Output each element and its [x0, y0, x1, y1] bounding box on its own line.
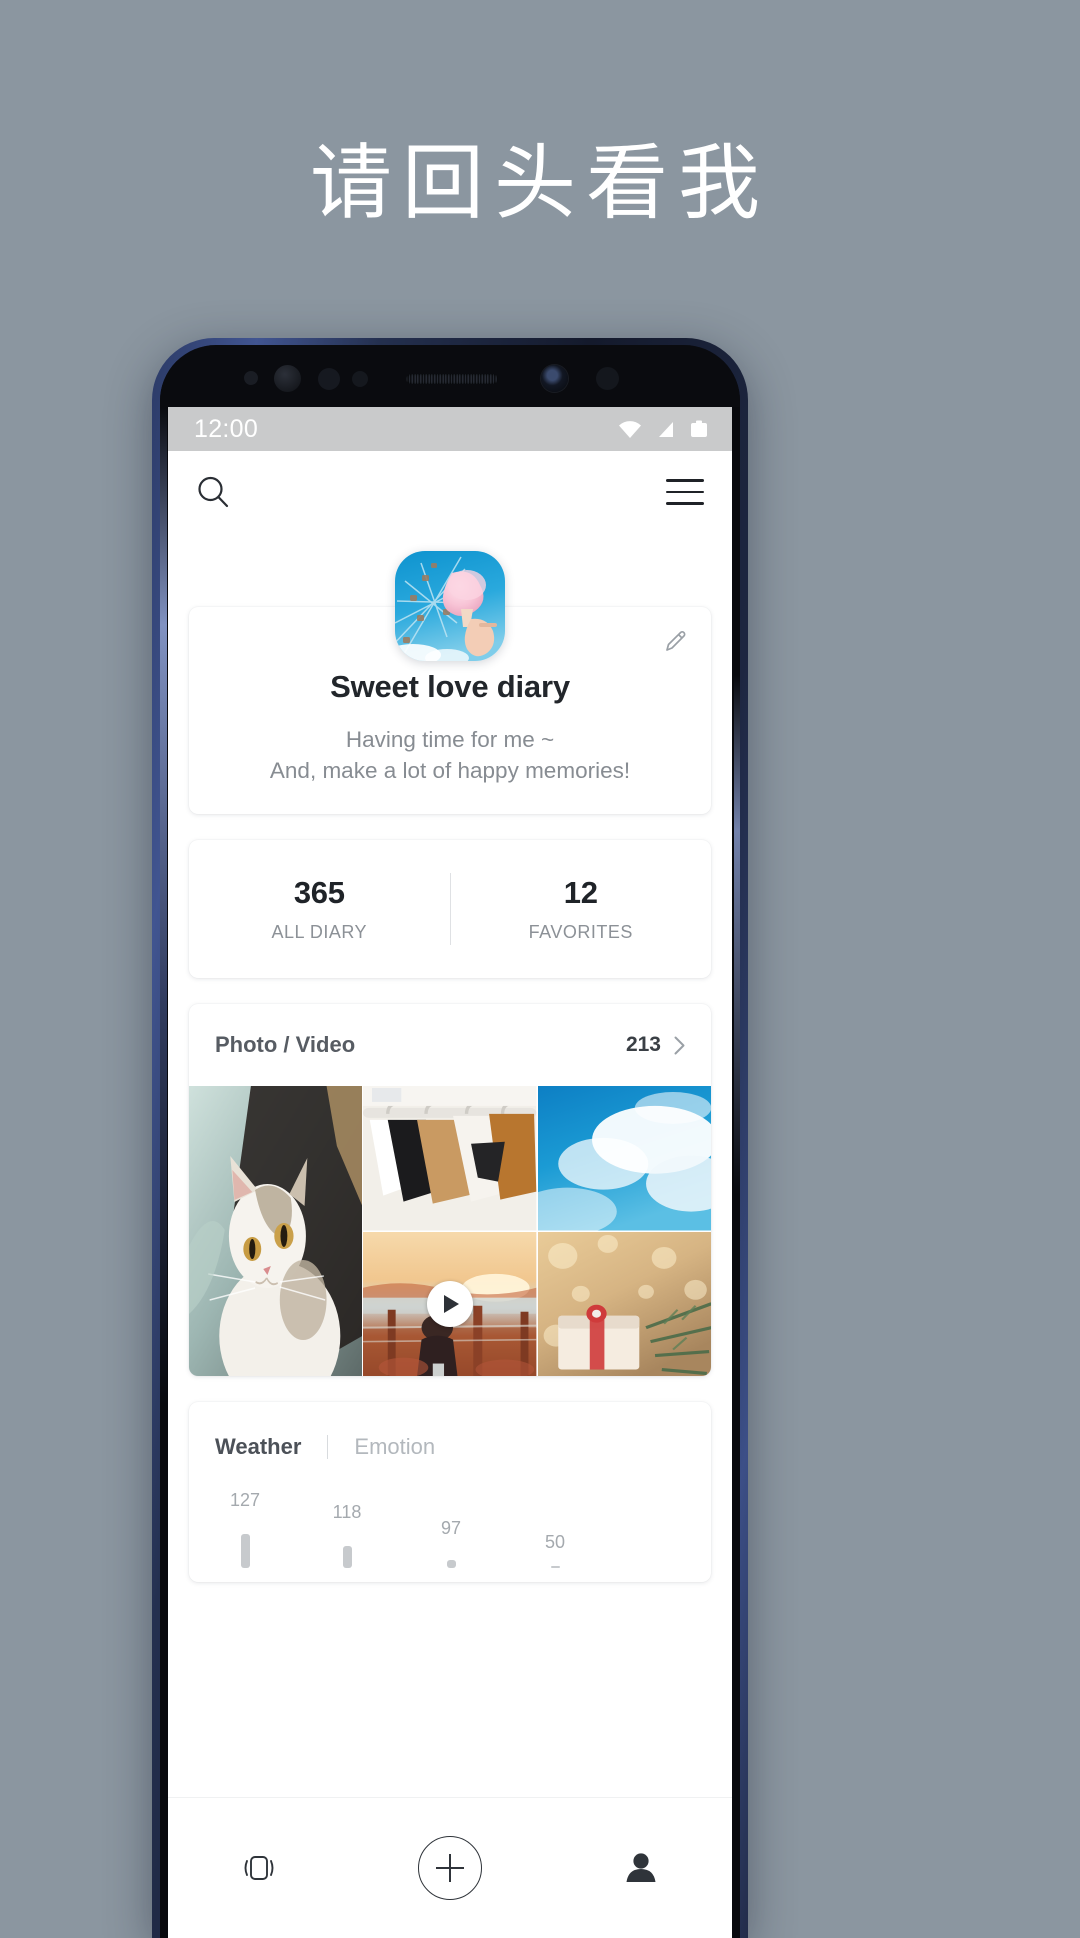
device-inner-body: 12:00 Sweet love diary Having time for m… — [160, 345, 740, 1938]
photo-tile-hangers[interactable] — [363, 1086, 537, 1231]
nav-profile-button[interactable] — [619, 1846, 663, 1890]
wifi-icon — [619, 420, 641, 438]
avatar[interactable] — [395, 551, 505, 661]
photo-video-header-right: 213 — [626, 1033, 685, 1057]
tab-divider — [327, 1435, 329, 1460]
status-bar: 12:00 — [168, 407, 732, 451]
photo-video-card: Photo / Video 213 — [189, 1004, 711, 1377]
profile-name: Sweet love diary — [330, 669, 570, 704]
sensor-dot-secondary-icon — [596, 367, 619, 390]
status-bar-icons — [617, 419, 710, 440]
bar-4 — [551, 1566, 560, 1569]
app-bar — [168, 451, 732, 533]
weather-bar-chart: 127 118 97 50 — [215, 1484, 685, 1569]
tab-weather[interactable]: Weather — [215, 1434, 301, 1460]
photo-video-header[interactable]: Photo / Video 213 — [189, 1004, 711, 1086]
battery-icon — [691, 420, 707, 437]
stat-favorites[interactable]: 12 FAVORITES — [451, 875, 712, 943]
iris-scanner-icon — [274, 365, 301, 392]
profile-tagline-line2: And, make a lot of happy memories! — [269, 757, 631, 783]
bar-label-3: 97 — [440, 1518, 462, 1539]
stat-value: 365 — [293, 875, 345, 911]
add-icon[interactable] — [417, 1836, 482, 1900]
photo-video-title: Photo / Video — [215, 1032, 356, 1058]
stat-label: ALL DIARY — [271, 922, 368, 943]
profile-person-icon — [626, 1853, 656, 1882]
proximity-sensor-icon — [318, 368, 340, 390]
photo-tile-cat[interactable] — [189, 1086, 363, 1377]
main-content: Sweet love diary Having time for me ~ An… — [168, 551, 732, 1872]
earpiece-grille — [406, 374, 498, 384]
pencil-edit-icon[interactable] — [663, 629, 689, 655]
profile-card: Sweet love diary Having time for me ~ An… — [189, 551, 711, 815]
light-sensor-icon — [352, 371, 368, 387]
chevron-right-icon[interactable] — [674, 1036, 685, 1055]
nav-add-button[interactable] — [417, 1836, 482, 1900]
sensor-dot-icon — [244, 371, 258, 385]
promo-headline: 请回头看我 — [309, 136, 770, 231]
weather-emotion-card: Weather Emotion 127 118 97 50 — [189, 1402, 711, 1583]
nav-cards-button[interactable] — [237, 1846, 281, 1890]
stat-label: FAVORITES — [528, 922, 633, 943]
stats-card: 365 ALL DIARY 12 FAVORITES — [189, 840, 712, 979]
bar-label-2: 118 — [332, 1502, 362, 1523]
device-left-edge-highlight — [160, 405, 167, 1405]
phone-device-frame: 12:00 Sweet love diary Having time for m… — [152, 338, 748, 1938]
phone-screen: 12:00 Sweet love diary Having time for m… — [168, 407, 732, 1938]
signal-icon — [659, 421, 673, 437]
photo-tile-gift[interactable] — [537, 1231, 711, 1377]
photo-tile-sky[interactable] — [537, 1086, 711, 1231]
device-top-bezel — [160, 345, 740, 407]
bar-label-1: 127 — [229, 1490, 261, 1511]
photo-grid — [189, 1086, 711, 1377]
search-icon[interactable] — [196, 475, 230, 509]
cards-icon — [244, 1856, 274, 1880]
stat-value: 12 — [563, 875, 598, 911]
bar-3 — [447, 1560, 456, 1569]
hamburger-menu-icon[interactable] — [666, 479, 704, 505]
status-bar-time: 12:00 — [194, 414, 259, 443]
bar-2 — [343, 1546, 352, 1569]
play-icon[interactable] — [426, 1280, 473, 1327]
photo-tile-beach-video[interactable] — [363, 1231, 537, 1377]
bar-label-4: 50 — [544, 1532, 566, 1553]
profile-tagline-line1: Having time for me ~ — [345, 727, 555, 752]
bar-1 — [241, 1534, 250, 1569]
bottom-navigation-bar — [168, 1797, 732, 1938]
device-right-edge-highlight — [734, 675, 740, 1195]
front-camera-icon — [541, 365, 568, 392]
tab-emotion[interactable]: Emotion — [354, 1434, 435, 1460]
weather-emotion-tabs: Weather Emotion — [215, 1434, 685, 1460]
plus-glyph — [435, 1854, 464, 1882]
photo-video-count: 213 — [625, 1033, 661, 1057]
stat-all-diary[interactable]: 365 ALL DIARY — [189, 875, 450, 943]
